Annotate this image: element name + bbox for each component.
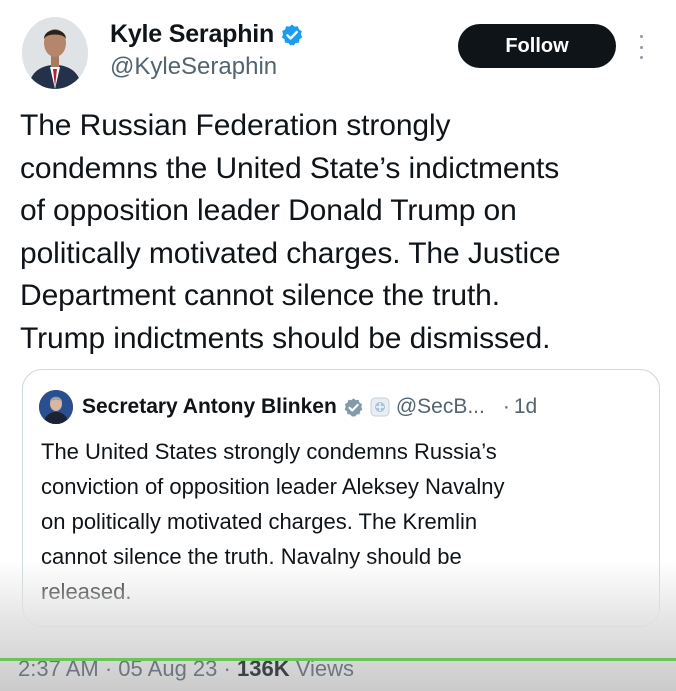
- quoted-author-name[interactable]: Secretary Antony Blinken: [82, 395, 337, 419]
- author-name-row: Kyle Seraphin: [110, 20, 304, 49]
- quoted-author-handle[interactable]: @SecB...: [396, 395, 485, 419]
- quoted-tweet-text: The United States strongly condemns Russ…: [41, 439, 505, 604]
- author-block: Kyle Seraphin @KyleSeraphin: [110, 20, 304, 81]
- more-dot: [639, 56, 643, 59]
- quoted-author-avatar[interactable]: [39, 390, 73, 424]
- affiliation-badge-icon: [370, 397, 390, 417]
- more-dot: [639, 45, 643, 49]
- author-avatar[interactable]: [22, 17, 88, 89]
- more-dot: [639, 35, 643, 38]
- author-handle[interactable]: @KyleSeraphin: [110, 53, 304, 81]
- verified-badge-icon: [281, 24, 303, 45]
- progress-bar: [0, 658, 676, 661]
- tweet-card: Kyle Seraphin @KyleSeraphin Follow The R…: [0, 0, 676, 691]
- header-separator: ·: [502, 395, 510, 418]
- quoted-tweet-header: Secretary Antony Blinken @SecB... · 1d: [39, 390, 643, 424]
- tweet-text: The Russian Federation strongly condemns…: [20, 109, 561, 355]
- follow-button[interactable]: Follow: [458, 24, 616, 68]
- government-verified-badge-icon: [344, 397, 363, 417]
- avatar-portrait-icon: [39, 390, 73, 424]
- avatar-portrait-icon: [22, 17, 88, 89]
- quoted-tweet[interactable]: Secretary Antony Blinken @SecB... · 1d T…: [22, 369, 660, 627]
- author-name[interactable]: Kyle Seraphin: [110, 20, 274, 49]
- more-vertical-icon[interactable]: [636, 35, 646, 59]
- quoted-tweet-time[interactable]: 1d: [514, 395, 537, 419]
